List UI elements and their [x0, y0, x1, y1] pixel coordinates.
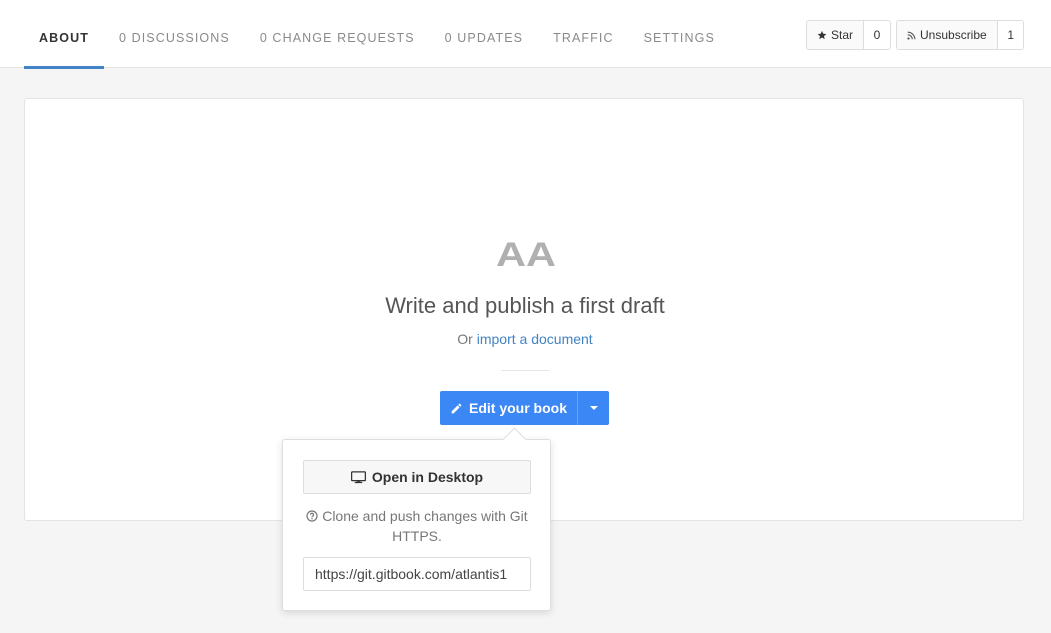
watchers-count[interactable]: 1 [997, 21, 1023, 49]
edit-book-button[interactable]: Edit your book [440, 391, 577, 425]
book-logo-icon: AA [496, 236, 556, 269]
star-button-group: Star 0 [806, 20, 892, 50]
tab-list: ABOUT 0 DISCUSSIONS 0 CHANGE REQUESTS 0 … [24, 0, 730, 69]
git-help-label: Clone and push changes with Git HTTPS. [322, 508, 528, 544]
star-icon [817, 30, 827, 40]
tab-updates[interactable]: 0 UPDATES [430, 0, 538, 68]
edit-options-toggle[interactable] [577, 391, 609, 425]
open-in-desktop-label: Open in Desktop [371, 469, 484, 485]
open-in-desktop-button[interactable]: Open in Desktop [303, 460, 531, 494]
star-button[interactable]: Star [807, 21, 865, 49]
tab-traffic[interactable]: TRAFFIC [538, 0, 628, 68]
monitor-icon [350, 470, 366, 483]
git-url-input[interactable] [303, 557, 531, 591]
edit-book-label: Edit your book [469, 400, 567, 416]
divider [501, 370, 549, 371]
question-circle-icon [306, 510, 318, 522]
import-line: Or import a document [25, 331, 1025, 347]
caret-down-icon [589, 406, 598, 410]
rss-icon [907, 31, 916, 40]
tab-about[interactable]: ABOUT [24, 0, 104, 69]
edit-book-split-button: Edit your book [440, 391, 609, 425]
tab-discussions[interactable]: 0 DISCUSSIONS [104, 0, 245, 68]
star-label: Star [831, 28, 854, 42]
unsubscribe-label: Unsubscribe [920, 28, 987, 42]
import-document-link[interactable]: import a document [477, 331, 593, 347]
empty-state-heading: Write and publish a first draft [385, 293, 665, 318]
tab-settings[interactable]: SETTINGS [629, 0, 730, 68]
import-prefix: Or [457, 331, 473, 347]
unsubscribe-button[interactable]: Unsubscribe [897, 21, 998, 49]
top-nav-bar: ABOUT 0 DISCUSSIONS 0 CHANGE REQUESTS 0 … [0, 0, 1051, 69]
unsubscribe-button-group: Unsubscribe 1 [896, 20, 1024, 50]
git-help-text: Clone and push changes with Git HTTPS. [303, 506, 531, 546]
pencil-icon [451, 403, 462, 413]
svg-text:AA: AA [496, 236, 556, 269]
tab-change-requests[interactable]: 0 CHANGE REQUESTS [245, 0, 430, 68]
edit-options-popover: Open in Desktop Clone and push changes w… [282, 439, 551, 611]
star-count[interactable]: 0 [864, 21, 891, 49]
